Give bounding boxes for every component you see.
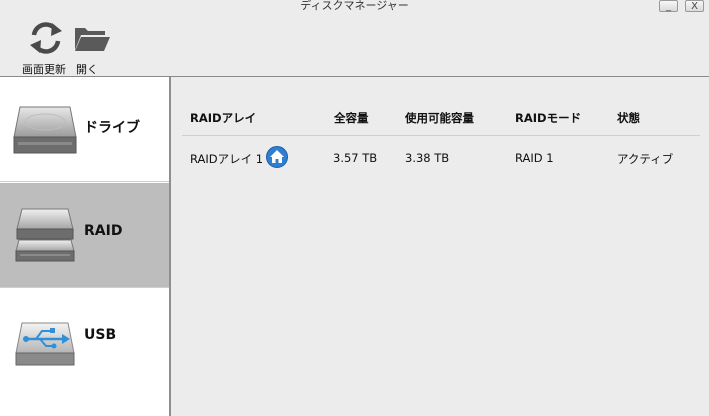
sidebar-item-label: ドライブ (84, 120, 140, 136)
raid-drive-icon (15, 208, 75, 262)
close-button[interactable]: X (685, 0, 704, 12)
status-text: アクティブ (617, 152, 674, 166)
sidebar-item-label: RAID (84, 223, 123, 239)
minimize-button[interactable]: _ (659, 0, 678, 12)
raid-mode: RAID 1 (515, 151, 554, 165)
column-header-raid-array[interactable]: RAIDアレイ (190, 110, 256, 126)
column-header-raid-mode[interactable]: RAIDモード (515, 110, 581, 126)
folder-icon (75, 28, 110, 51)
raid-array-name: RAIDアレイ 1 (190, 152, 264, 166)
usb-drive-icon (15, 322, 75, 366)
sidebar-item-usb[interactable]: USB (0, 289, 169, 393)
sidebar-item-raid[interactable]: RAID (0, 183, 169, 287)
refresh-icon (30, 22, 62, 54)
column-header-status[interactable]: 状態 (617, 110, 640, 126)
open-label: 開く (76, 63, 98, 76)
sidebar-item-drive[interactable]: ドライブ (0, 77, 169, 181)
total-capacity: 3.57 TB (333, 151, 378, 165)
column-header-total-capacity[interactable]: 全容量 (334, 110, 369, 126)
refresh-button[interactable]: 画面更新 (22, 14, 72, 76)
sidebar-divider (0, 181, 169, 182)
header-divider (182, 135, 700, 136)
raid-table: RAIDアレイ 全容量 使用可能容量 RAIDモード 状態 RAIDアレイ 1 … (171, 77, 709, 416)
sidebar: ドライブ RAID USB (0, 77, 169, 416)
available-capacity: 3.38 TB (405, 151, 450, 165)
toolbar: 画面更新 開く (0, 14, 709, 76)
sidebar-divider (0, 287, 169, 288)
column-header-available-capacity[interactable]: 使用可能容量 (405, 110, 474, 126)
hard-drive-icon (13, 106, 77, 154)
open-button[interactable]: 開く (72, 14, 110, 76)
home-icon (266, 146, 288, 168)
refresh-label: 画面更新 (22, 63, 66, 76)
window-title: ディスクマネージャー (300, 0, 409, 12)
sidebar-item-label: USB (84, 327, 117, 343)
